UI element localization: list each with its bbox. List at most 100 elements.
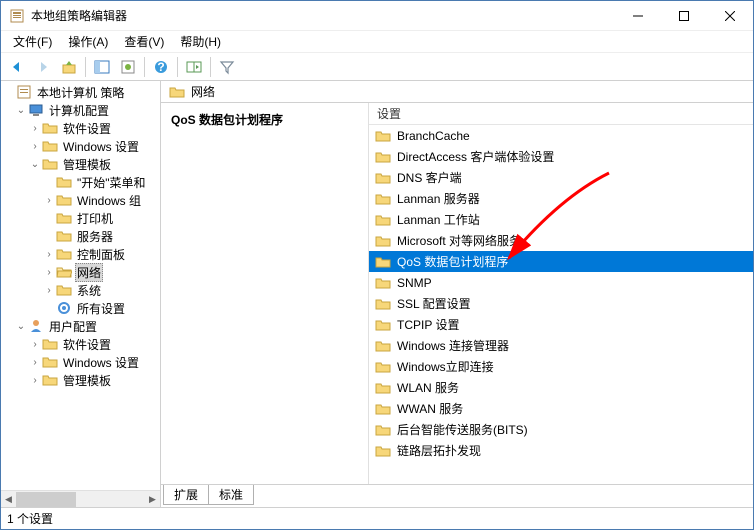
folder-icon xyxy=(375,170,391,186)
settings-icon xyxy=(56,300,72,316)
folder-icon xyxy=(169,84,185,100)
tree-server[interactable]: 服务器 xyxy=(1,227,160,245)
tree-hscrollbar[interactable]: ◀ ▶ xyxy=(1,490,160,507)
menu-file[interactable]: 文件(F) xyxy=(5,31,60,52)
right-header: 网络 xyxy=(161,81,753,103)
tabs: 扩展 标准 xyxy=(161,485,753,507)
tree-label: 管理模板 xyxy=(61,372,113,389)
folder-icon xyxy=(56,228,72,244)
twisty-icon[interactable]: › xyxy=(29,339,41,350)
help-button[interactable]: ? xyxy=(149,55,173,79)
twisty-icon[interactable]: › xyxy=(29,357,41,368)
folder-open-icon xyxy=(56,264,72,280)
twisty-icon[interactable]: ⌄ xyxy=(15,321,27,332)
tree-label: 控制面板 xyxy=(75,246,127,263)
list-column-header[interactable]: 设置 xyxy=(369,103,753,125)
scroll-thumb[interactable] xyxy=(16,492,76,507)
tree-computer-config[interactable]: ⌄ 计算机配置 xyxy=(1,101,160,119)
folder-icon xyxy=(375,233,391,249)
tree-control-panel[interactable]: › 控制面板 xyxy=(1,245,160,263)
twisty-icon[interactable]: › xyxy=(43,249,55,260)
tree-user-software[interactable]: › 软件设置 xyxy=(1,335,160,353)
policy-icon xyxy=(16,84,32,100)
list-label: DirectAccess 客户端体验设置 xyxy=(397,148,554,165)
status-text: 1 个设置 xyxy=(7,510,53,527)
tree-label: Windows 组 xyxy=(75,192,143,209)
list-label: 链路层拓扑发现 xyxy=(397,442,481,459)
twisty-icon[interactable]: › xyxy=(29,123,41,134)
list-item-wwan[interactable]: WWAN 服务 xyxy=(369,398,753,419)
minimize-button[interactable] xyxy=(615,1,661,31)
show-hide-tree-button[interactable] xyxy=(90,55,114,79)
tree-system[interactable]: › 系统 xyxy=(1,281,160,299)
tree-admin-templates[interactable]: ⌄ 管理模板 xyxy=(1,155,160,173)
list-item-ssl[interactable]: SSL 配置设置 xyxy=(369,293,753,314)
menu-help[interactable]: 帮助(H) xyxy=(172,31,229,52)
list-item-wcm[interactable]: Windows 连接管理器 xyxy=(369,335,753,356)
list-item-ms-p2p[interactable]: Microsoft 对等网络服务 xyxy=(369,230,753,251)
tab-standard[interactable]: 标准 xyxy=(208,485,254,505)
menu-action[interactable]: 操作(A) xyxy=(60,31,116,52)
list-item-bits[interactable]: 后台智能传送服务(BITS) xyxy=(369,419,753,440)
folder-icon xyxy=(56,192,72,208)
list-item-lanman-server[interactable]: Lanman 服务器 xyxy=(369,188,753,209)
list-item-directaccess[interactable]: DirectAccess 客户端体验设置 xyxy=(369,146,753,167)
close-button[interactable] xyxy=(707,1,753,31)
twisty-icon[interactable]: › xyxy=(43,267,55,278)
tree-label: 网络 xyxy=(75,263,103,282)
list-label: QoS 数据包计划程序 xyxy=(397,253,508,270)
back-button[interactable] xyxy=(5,55,29,79)
menu-view[interactable]: 查看(V) xyxy=(116,31,172,52)
folder-icon xyxy=(375,401,391,417)
list-scroll[interactable]: BranchCache DirectAccess 客户端体验设置 DNS 客户端… xyxy=(369,125,753,484)
twisty-icon[interactable]: › xyxy=(29,141,41,152)
tree-printers[interactable]: 打印机 xyxy=(1,209,160,227)
list-item-snmp[interactable]: SNMP xyxy=(369,272,753,293)
forward-button[interactable] xyxy=(31,55,55,79)
list-item-instant-connect[interactable]: Windows立即连接 xyxy=(369,356,753,377)
list-item-qos[interactable]: QoS 数据包计划程序 xyxy=(369,251,753,272)
tree-label: 计算机配置 xyxy=(47,102,111,119)
tree-label: 本地计算机 策略 xyxy=(35,84,126,101)
extended-view-button[interactable] xyxy=(182,55,206,79)
folder-icon xyxy=(375,359,391,375)
tree-windows-components[interactable]: › Windows 组 xyxy=(1,191,160,209)
right-body: QoS 数据包计划程序 设置 BranchCache DirectAccess … xyxy=(161,103,753,485)
twisty-icon[interactable]: ⌄ xyxy=(29,159,41,170)
tree-user-admin[interactable]: › 管理模板 xyxy=(1,371,160,389)
folder-icon xyxy=(42,354,58,370)
up-button[interactable] xyxy=(57,55,81,79)
tree-software-settings[interactable]: › 软件设置 xyxy=(1,119,160,137)
maximize-button[interactable] xyxy=(661,1,707,31)
folder-icon xyxy=(375,317,391,333)
tree-network[interactable]: › 网络 xyxy=(1,263,160,281)
right-pane: 网络 QoS 数据包计划程序 设置 BranchCache DirectAcce… xyxy=(161,81,753,507)
tree-user-config[interactable]: ⌄ 用户配置 xyxy=(1,317,160,335)
properties-button[interactable] xyxy=(116,55,140,79)
tab-extended[interactable]: 扩展 xyxy=(163,485,209,505)
scroll-left-icon[interactable]: ◀ xyxy=(1,491,16,507)
filter-button[interactable] xyxy=(215,55,239,79)
tree-start-menu[interactable]: "开始"菜单和 xyxy=(1,173,160,191)
tree-windows-settings[interactable]: › Windows 设置 xyxy=(1,137,160,155)
description-pane: QoS 数据包计划程序 xyxy=(161,103,369,484)
list-item-tcpip[interactable]: TCPIP 设置 xyxy=(369,314,753,335)
twisty-icon[interactable]: ⌄ xyxy=(15,105,27,116)
folder-icon xyxy=(375,443,391,459)
tree-root[interactable]: 本地计算机 策略 xyxy=(1,83,160,101)
scroll-right-icon[interactable]: ▶ xyxy=(145,491,160,507)
tree-user-windows[interactable]: › Windows 设置 xyxy=(1,353,160,371)
list-item-lltd[interactable]: 链路层拓扑发现 xyxy=(369,440,753,461)
list-item-lanman-workstation[interactable]: Lanman 工作站 xyxy=(369,209,753,230)
list-item-dns[interactable]: DNS 客户端 xyxy=(369,167,753,188)
content: 本地计算机 策略 ⌄ 计算机配置 › 软件设置 › Windows 设置 ⌄ 管… xyxy=(1,81,753,507)
list-item-branchcache[interactable]: BranchCache xyxy=(369,125,753,146)
list-item-wlan[interactable]: WLAN 服务 xyxy=(369,377,753,398)
tree-label: 用户配置 xyxy=(47,318,99,335)
twisty-icon[interactable]: › xyxy=(43,285,55,296)
twisty-icon[interactable]: › xyxy=(43,195,55,206)
folder-icon xyxy=(42,138,58,154)
tree-all-settings[interactable]: 所有设置 xyxy=(1,299,160,317)
twisty-icon[interactable]: › xyxy=(29,375,41,386)
list-label: Windows立即连接 xyxy=(397,358,494,375)
